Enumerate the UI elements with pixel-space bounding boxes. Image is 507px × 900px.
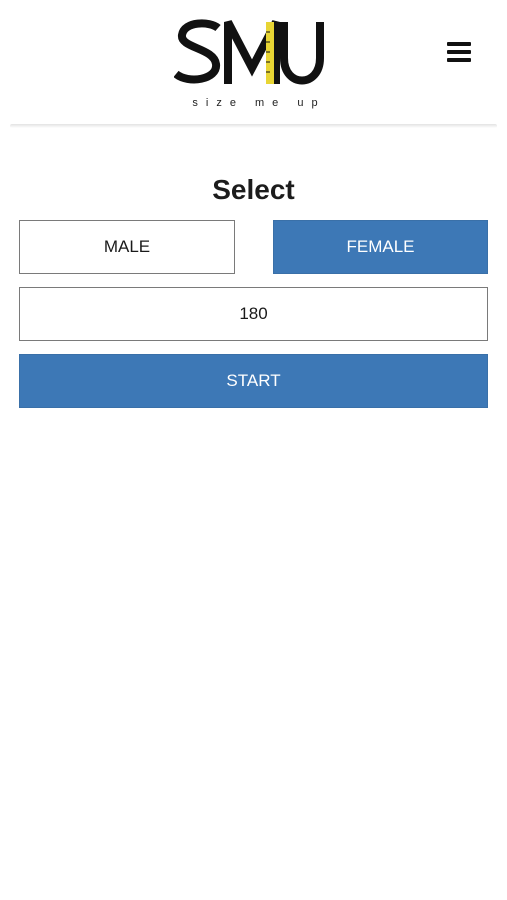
app-header: size me up bbox=[0, 0, 507, 127]
header-divider bbox=[10, 124, 497, 128]
logo-tagline: size me up bbox=[192, 97, 326, 109]
female-button[interactable]: FEMALE bbox=[273, 220, 488, 274]
start-button[interactable]: START bbox=[19, 354, 488, 408]
smu-logo-mark bbox=[174, 19, 324, 85]
height-input[interactable] bbox=[19, 287, 488, 341]
hamburger-menu-icon[interactable] bbox=[441, 38, 477, 68]
male-button[interactable]: MALE bbox=[19, 220, 235, 274]
smu-logo: size me up bbox=[160, 14, 350, 114]
page-title: Select bbox=[212, 174, 295, 205]
